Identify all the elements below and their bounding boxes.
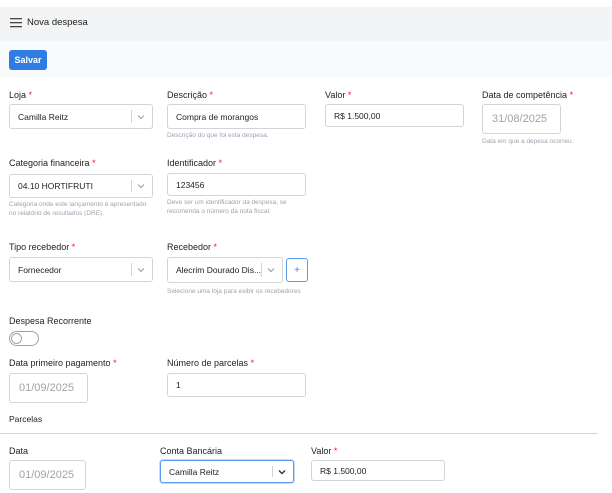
identificador-input[interactable]: 123456	[167, 173, 306, 196]
data-primeiro-pagamento-value: 01/09/2025	[19, 382, 75, 394]
tipo-recebedor-label: Tipo recebedor *	[9, 242, 76, 252]
add-recebedor-button[interactable]: +	[286, 258, 308, 282]
select-separator	[272, 466, 273, 477]
categoria-hint: Categoria onde este lançamento é apresen…	[9, 201, 147, 217]
chevron-down-icon	[137, 267, 145, 272]
tipo-recebedor-value: Fornecedor	[18, 264, 62, 275]
parcelas-col-conta: Conta Bancária	[160, 446, 223, 456]
parcela-data-value: 01/09/2025	[19, 469, 75, 481]
numero-parcelas-value: 1	[176, 380, 181, 390]
numero-parcelas-label: Número de parcelas *	[167, 358, 255, 368]
select-separator	[131, 263, 132, 276]
identificador-hint: Deve ser um identificador da despesa, se…	[167, 199, 287, 215]
data-competencia-input[interactable]: 31/08/2025	[482, 104, 561, 134]
recebedor-select[interactable]: Alecrim Dourado Dis...	[167, 257, 283, 283]
hamburger-icon[interactable]	[10, 17, 24, 29]
recebedor-label: Recebedor *	[167, 242, 218, 252]
recebedor-value: Alecrim Dourado Dis...	[176, 265, 262, 275]
identificador-value: 123456	[176, 179, 205, 190]
data-primeiro-pagamento-input[interactable]: 01/09/2025	[9, 373, 88, 403]
save-button[interactable]: Salvar	[9, 50, 47, 70]
select-separator	[261, 263, 262, 277]
parcela-data-input[interactable]: 01/09/2025	[9, 460, 86, 490]
valor-value: R$ 1.500,00	[334, 110, 381, 121]
loja-select[interactable]: Camilla Reitz	[9, 104, 153, 129]
descricao-label: Descrição *	[167, 90, 214, 100]
data-competencia-value: 31/08/2025	[492, 113, 548, 125]
chevron-down-icon	[137, 114, 145, 119]
select-separator	[131, 110, 132, 123]
recorrente-label: Despesa Recorrente	[9, 316, 92, 326]
parcela-valor-value: R$ 1.500,00	[320, 465, 367, 476]
page-header: Nova despesa	[0, 7, 612, 41]
parcela-conta-select[interactable]: Camilla Reitz	[160, 460, 294, 483]
identificador-label: Identificador *	[167, 158, 223, 168]
categoria-value: 04.10 HORTIFRUTI	[18, 181, 93, 191]
select-separator	[131, 180, 132, 192]
categoria-label: Categoria financeira *	[9, 158, 96, 168]
toggle-knob	[11, 333, 22, 344]
page-title: Nova despesa	[27, 17, 88, 28]
recebedor-hint: Selecione uma loja para exibir os recebe…	[167, 288, 301, 295]
categoria-select[interactable]: 04.10 HORTIFRUTI	[9, 174, 153, 198]
parcelas-section-title: Parcelas	[9, 414, 43, 424]
loja-value: Camilla Reitz	[18, 111, 69, 122]
chevron-down-icon	[278, 469, 286, 474]
toolbar	[0, 41, 612, 77]
data-competencia-label: Data de competência *	[482, 90, 574, 100]
valor-input[interactable]: R$ 1.500,00	[325, 104, 464, 127]
chevron-down-icon	[137, 184, 145, 189]
loja-label: Loja *	[9, 90, 33, 100]
valor-label: Valor *	[325, 90, 352, 100]
chevron-down-icon	[267, 268, 275, 273]
parcela-valor-input[interactable]: R$ 1.500,00	[311, 460, 445, 481]
descricao-input[interactable]: Compra de morangos	[167, 104, 306, 129]
section-divider	[0, 433, 598, 434]
data-primeiro-pagamento-label: Data primeiro pagamento *	[9, 358, 117, 368]
numero-parcelas-input[interactable]: 1	[167, 373, 306, 397]
tipo-recebedor-select[interactable]: Fornecedor	[9, 257, 153, 282]
descricao-value: Compra de morangos	[176, 111, 259, 122]
parcelas-col-valor: Valor *	[311, 446, 338, 456]
recorrente-toggle[interactable]	[9, 331, 39, 346]
parcelas-col-data: Data	[9, 446, 29, 456]
parcela-conta-value: Camilla Reitz	[169, 466, 220, 477]
descricao-hint: Descrição do que foi esta despesa.	[167, 132, 269, 139]
data-competencia-hint: Data em que a depesa ocorreu.	[482, 138, 574, 145]
